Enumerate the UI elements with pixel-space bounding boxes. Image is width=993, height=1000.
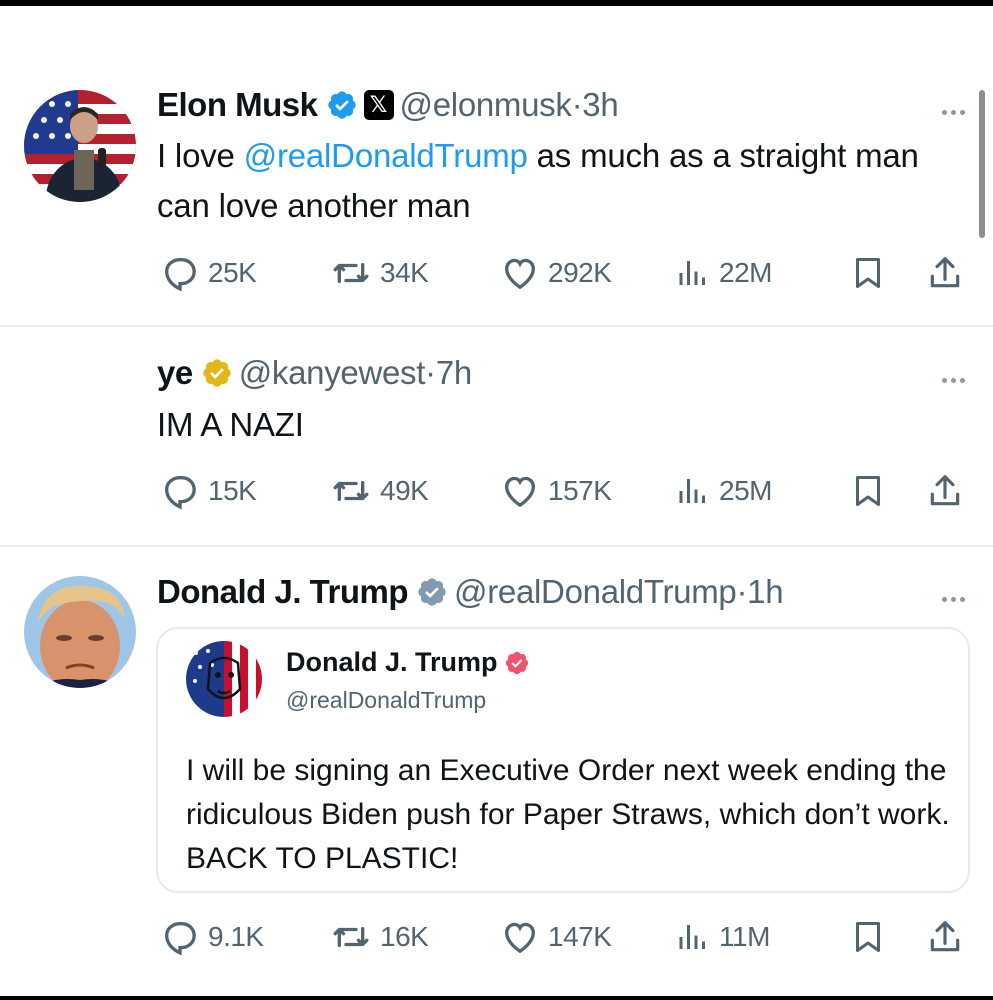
author-handle[interactable]: @realDonaldTrump xyxy=(454,573,737,611)
repost-button[interactable]: 34K xyxy=(330,253,429,293)
top-edge xyxy=(0,0,993,6)
bookmark-button[interactable] xyxy=(850,471,886,511)
views-button[interactable]: 22M xyxy=(675,253,772,293)
reply-count: 25K xyxy=(208,257,257,288)
action-bar: 9.1K 16K 147K 11M xyxy=(160,917,970,957)
bookmark-icon xyxy=(856,258,880,288)
repost-button[interactable]: 49K xyxy=(330,471,429,511)
like-count: 157K xyxy=(548,475,612,506)
verified-badge-icon xyxy=(326,89,358,121)
mention-link[interactable]: @realDonaldTrump xyxy=(244,137,528,174)
share-icon xyxy=(930,257,960,288)
tweet-divider xyxy=(0,545,993,547)
avatar-elon[interactable] xyxy=(24,90,136,202)
share-button[interactable] xyxy=(926,471,964,511)
like-button[interactable]: 292K xyxy=(500,253,612,293)
views-count: 11M xyxy=(719,921,770,952)
author-name[interactable]: ye xyxy=(157,354,193,392)
bottom-edge xyxy=(0,996,993,1000)
like-button[interactable]: 157K xyxy=(500,471,612,511)
author-handle[interactable]: @elonmusk xyxy=(400,86,572,124)
author-handle[interactable]: @kanyewest xyxy=(239,354,426,392)
quoted-author-handle[interactable]: @realDonaldTrump xyxy=(286,687,486,714)
reply-count: 9.1K xyxy=(208,921,264,952)
quoted-tweet-text: I will be signing an Executive Order nex… xyxy=(186,754,950,875)
bookmark-button[interactable] xyxy=(850,253,886,293)
action-bar: 15K 49K 157K 25M xyxy=(160,471,970,511)
separator-dot: · xyxy=(571,86,583,123)
scrollbar[interactable] xyxy=(979,90,985,238)
more-icon[interactable] xyxy=(940,98,967,121)
views-count: 25M xyxy=(719,475,772,506)
like-count: 147K xyxy=(548,921,612,952)
views-icon xyxy=(679,479,705,503)
more-icon[interactable] xyxy=(940,585,967,608)
more-icon[interactable] xyxy=(940,366,967,389)
reply-button[interactable]: 25K xyxy=(160,253,257,293)
verified-badge-icon xyxy=(416,576,448,608)
repost-icon xyxy=(333,263,369,283)
bookmark-icon xyxy=(856,922,880,952)
verified-badge-icon xyxy=(201,357,233,389)
reply-button[interactable]: 9.1K xyxy=(160,917,264,957)
like-icon xyxy=(504,476,536,508)
like-icon xyxy=(504,922,536,954)
tweet-divider xyxy=(0,325,993,327)
like-icon xyxy=(504,258,536,290)
views-button[interactable]: 25M xyxy=(675,471,772,511)
repost-icon xyxy=(333,481,369,501)
repost-count: 34K xyxy=(380,257,429,288)
views-count: 22M xyxy=(719,257,772,288)
timestamp[interactable]: 3h xyxy=(582,86,618,124)
tweet-text-part: I love xyxy=(157,137,244,174)
author-name[interactable]: Donald J. Trump xyxy=(157,573,409,611)
verified-badge-icon xyxy=(504,650,530,676)
quoted-tweet-card[interactable]: Donald J. Trump @realDonaldTrump I will … xyxy=(156,627,970,893)
views-button[interactable]: 11M xyxy=(675,917,770,957)
repost-count: 49K xyxy=(380,475,429,506)
share-icon xyxy=(930,921,960,952)
views-icon xyxy=(679,925,705,949)
tweet-text: IM A NAZI xyxy=(157,406,304,443)
share-button[interactable] xyxy=(926,917,964,957)
author-name[interactable]: Elon Musk xyxy=(157,86,318,124)
bookmark-button[interactable] xyxy=(850,917,886,957)
timestamp[interactable]: 1h xyxy=(747,573,783,611)
like-button[interactable]: 147K xyxy=(500,917,612,957)
like-count: 292K xyxy=(548,257,612,288)
tweet-text: I love @realDonaldTrump as much as a str… xyxy=(157,131,967,231)
repost-button[interactable]: 16K xyxy=(330,917,429,957)
reply-button[interactable]: 15K xyxy=(160,471,257,511)
reply-icon xyxy=(164,922,196,956)
quoted-avatar[interactable] xyxy=(186,641,262,717)
share-button[interactable] xyxy=(926,253,964,293)
views-icon xyxy=(679,261,705,285)
separator-dot: · xyxy=(425,354,436,391)
reply-count: 15K xyxy=(208,475,257,506)
separator-dot: · xyxy=(736,573,748,610)
reply-icon xyxy=(164,258,196,292)
avatar-trump[interactable] xyxy=(24,576,136,688)
bookmark-icon xyxy=(856,476,880,506)
action-bar: 25K 34K 292K 22M xyxy=(160,253,970,293)
quoted-author-name[interactable]: Donald J. Trump xyxy=(286,647,498,678)
repost-count: 16K xyxy=(380,921,429,952)
repost-icon xyxy=(333,927,369,947)
timestamp[interactable]: 7h xyxy=(436,354,472,392)
reply-icon xyxy=(164,476,196,510)
x-logo-icon: 𝕏 xyxy=(363,90,394,120)
share-icon xyxy=(930,475,960,506)
